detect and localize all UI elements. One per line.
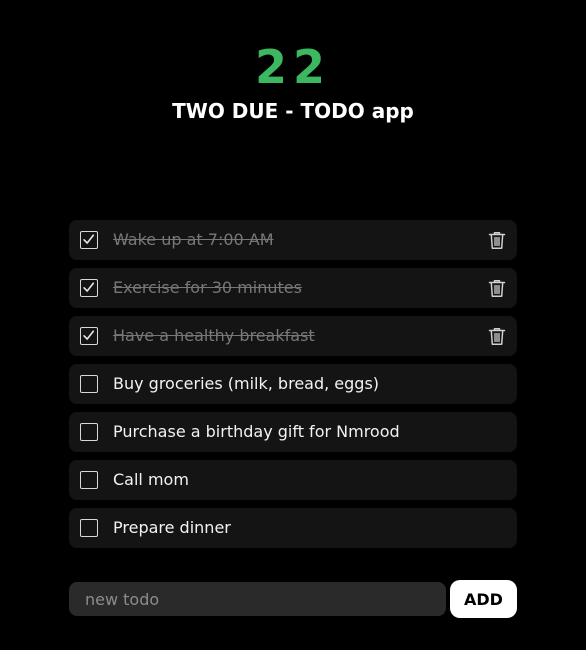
page-title: TWO DUE - TODO app xyxy=(172,99,414,123)
todo-item: Prepare dinner xyxy=(69,508,517,548)
trash-icon[interactable] xyxy=(487,326,507,346)
todo-text: Have a healthy breakfast xyxy=(113,326,315,345)
todo-item: Wake up at 7:00 AM xyxy=(69,220,517,260)
todo-checkbox[interactable] xyxy=(80,519,98,537)
todo-checkbox[interactable] xyxy=(80,231,98,249)
todo-item: Call mom xyxy=(69,460,517,500)
todo-checkbox[interactable] xyxy=(80,375,98,393)
todo-text: Purchase a birthday gift for Nmrood xyxy=(113,422,400,441)
todo-text: Call mom xyxy=(113,470,189,489)
todo-checkbox[interactable] xyxy=(80,279,98,297)
todo-text: Wake up at 7:00 AM xyxy=(113,230,274,249)
add-button[interactable]: ADD xyxy=(450,580,517,618)
todo-text: Prepare dinner xyxy=(113,518,231,537)
todo-checkbox[interactable] xyxy=(80,423,98,441)
todo-checkbox[interactable] xyxy=(80,471,98,489)
new-todo-input[interactable] xyxy=(69,582,446,616)
todo-item: Purchase a birthday gift for Nmrood xyxy=(69,412,517,452)
todo-text: Exercise for 30 minutes xyxy=(113,278,302,297)
add-todo-form: ADD xyxy=(69,580,517,618)
todo-text: Buy groceries (milk, bread, eggs) xyxy=(113,374,380,393)
trash-icon[interactable] xyxy=(487,278,507,298)
todo-item: Exercise for 30 minutes xyxy=(69,268,517,308)
trash-icon[interactable] xyxy=(487,230,507,250)
todo-list: Wake up at 7:00 AM Exercise for 30 minut… xyxy=(69,220,517,556)
todo-item: Have a healthy breakfast xyxy=(69,316,517,356)
app-logo: 22 xyxy=(254,40,331,94)
todo-item: Buy groceries (milk, bread, eggs) xyxy=(69,364,517,404)
todo-app: 22 TWO DUE - TODO app Wake up at 7:00 AM… xyxy=(0,0,586,650)
todo-checkbox[interactable] xyxy=(80,327,98,345)
